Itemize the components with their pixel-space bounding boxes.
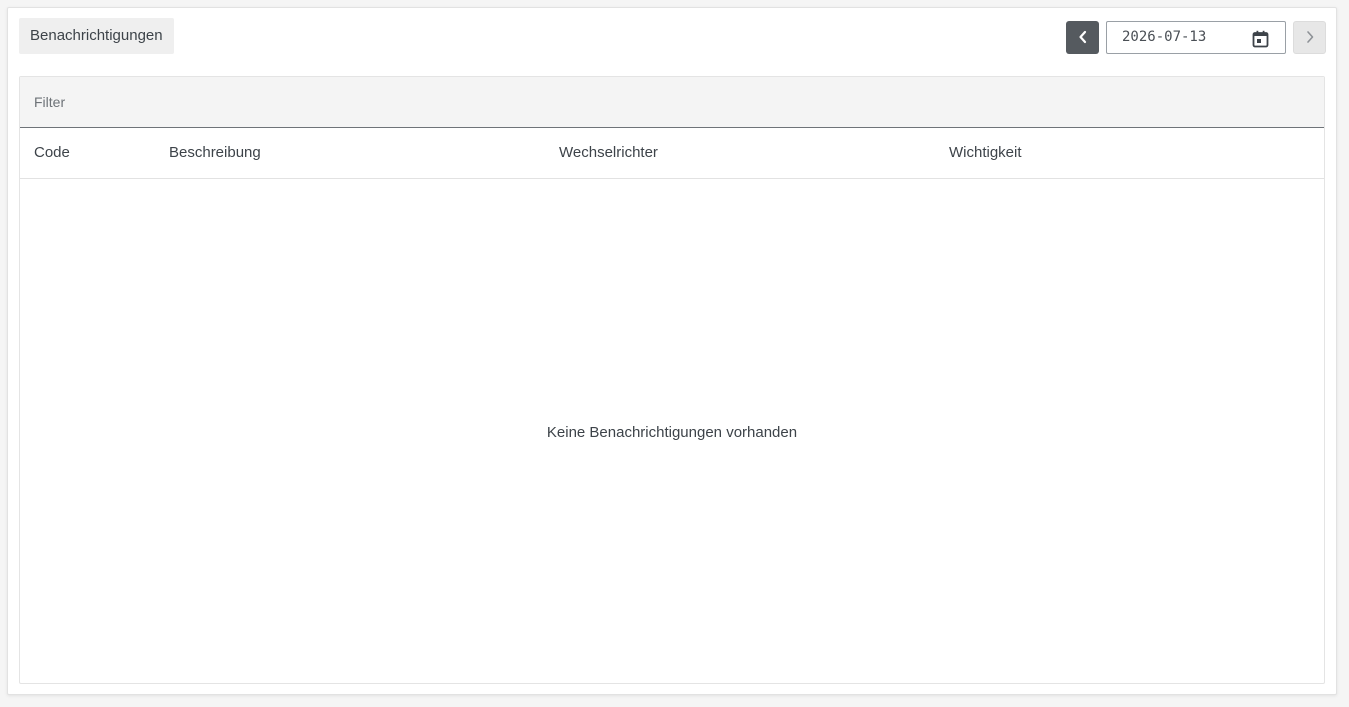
column-header-code[interactable]: Code (34, 128, 70, 178)
column-header-priority[interactable]: Wichtigkeit (949, 128, 1022, 178)
table-header: Code Beschreibung Wechselrichter Wichtig… (20, 128, 1324, 179)
date-navigator: 2026-07-13 (1066, 20, 1326, 54)
notifications-card: Benachrichtigungen 2026-07-13 Filter Cod… (7, 7, 1337, 695)
chevron-left-icon (1078, 30, 1086, 44)
previous-day-button[interactable] (1066, 20, 1099, 54)
next-day-button[interactable] (1293, 20, 1326, 54)
empty-state-message: Keine Benachrichtigungen vorhanden (546, 423, 798, 441)
notifications-tab[interactable]: Benachrichtigungen (19, 18, 174, 54)
column-header-inverter[interactable]: Wechselrichter (559, 128, 658, 178)
filter-input[interactable]: Filter (20, 77, 1324, 128)
chevron-right-icon (1306, 31, 1313, 43)
column-header-description[interactable]: Beschreibung (169, 128, 261, 178)
calendar-icon[interactable] (1252, 30, 1269, 48)
date-input[interactable]: 2026-07-13 (1106, 20, 1286, 54)
table-body: Keine Benachrichtigungen vorhanden (20, 180, 1324, 684)
date-value: 2026-07-13 (1122, 29, 1207, 45)
notifications-table-panel: Filter Code Beschreibung Wechselrichter … (19, 76, 1325, 684)
